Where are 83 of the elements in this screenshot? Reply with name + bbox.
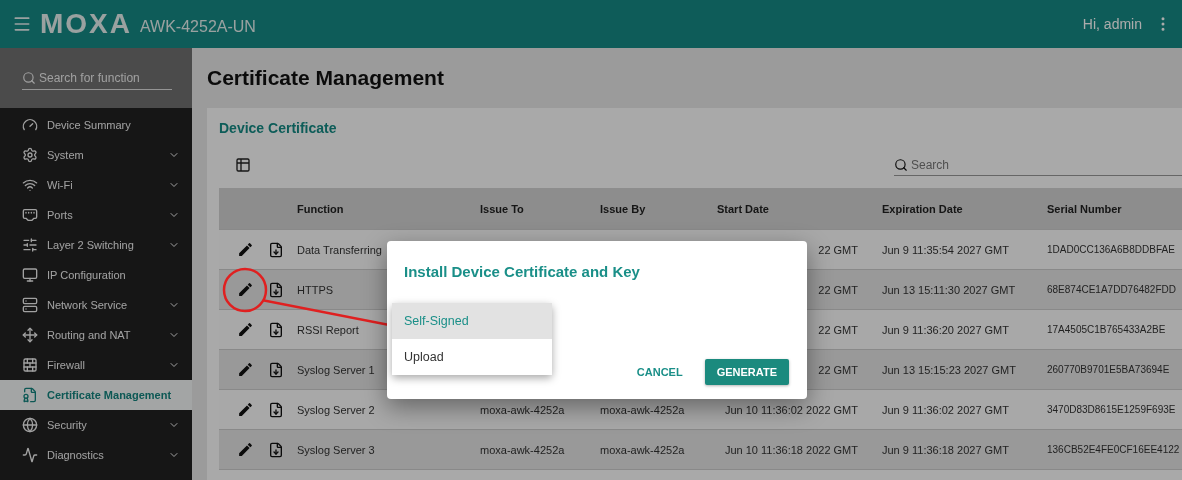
column-header: Expiration Date [882,202,964,215]
sidebar-item[interactable]: Layer 2 Switching [0,230,192,260]
callout-ring [222,267,268,313]
globe-icon [22,417,38,433]
file-download-icon[interactable] [268,441,284,458]
column-header: Function [297,202,345,215]
table-cell-text: 17A4505C1B765433A2BE [1047,324,1167,335]
table-cell-text: Jun 13 15:15:23 2027 GMT [882,363,1017,376]
table-cell-text: HTTPS [297,283,335,296]
sidebar-item[interactable]: Ports [0,200,192,230]
table-cell-text: RSSI Report [297,323,360,336]
table-search-field[interactable]: Search [894,154,1182,176]
ethernet-port-icon [22,207,38,223]
pencil-icon[interactable] [237,361,254,378]
sidebar-item[interactable]: Device Summary [0,110,192,140]
monitor-icon [22,267,38,283]
sidebar-item[interactable]: Security [0,410,192,440]
table-cell-text: Jun 9 11:36:18 2027 GMT [882,443,1010,456]
wifi-icon [22,177,38,193]
table-cell-text: 22 GMT [818,283,859,296]
table-cell-text: 22 GMT [818,363,859,376]
table-cell-text: Jun 10 11:36:02 2022 GMT [724,403,859,416]
sidebar-item[interactable]: Wi-Fi [0,170,192,200]
table-cell-text: 22 GMT [818,243,859,256]
sidebar-item[interactable]: Network Service [0,290,192,320]
table-cell-text: Data Transferring [297,243,383,256]
pencil-icon[interactable] [237,241,254,258]
search-icon [894,157,908,172]
file-download-icon[interactable] [268,401,284,418]
table-cell-text: Jun 10 11:36:18 2022 GMT [724,443,859,456]
table-cell-text: 260770B9701E5BA73694E [1047,364,1171,375]
table-cell-text: 136CB52E4FE0CF16EE4122 [1047,444,1181,455]
menu-option[interactable]: Upload [392,339,552,375]
search-icon [22,70,36,85]
table-cell-text: 68E874CE1A7DD76482FDD [1047,284,1177,295]
column-header: Start Date [717,202,770,215]
file-download-icon[interactable] [268,281,284,298]
column-header: Issue By [600,202,647,215]
table-cell-text: Syslog Server 1 [297,363,376,376]
generate-button[interactable]: GENERATE [704,359,789,385]
gauge-icon [22,117,38,133]
brick-wall-icon [22,357,38,373]
sidebar-item[interactable]: Firewall [0,350,192,380]
table-icon[interactable] [235,157,251,173]
sidebar-item[interactable]: Routing and NAT [0,320,192,350]
sliders-icon [22,237,38,253]
file-download-icon[interactable] [268,361,284,378]
file-download-icon[interactable] [268,241,284,258]
dialog-title: Install Device Certificate and Key [404,263,641,280]
server-icon [22,297,38,313]
page-title: Certificate Management [207,65,445,91]
pulse-icon [22,447,38,463]
table-cell-text: Jun 9 11:35:54 2027 GMT [882,243,1010,256]
table-cell-text: Syslog Server 3 [297,443,376,456]
table-cell-text: Syslog Server 2 [297,403,376,416]
menu-icon[interactable] [12,14,32,34]
logo: MOXA [40,8,132,40]
pencil-icon[interactable] [237,401,254,418]
gear-icon [22,147,38,163]
model-name: AWK-4252A-UN [140,18,256,36]
table-cell-text: moxa-awk-4252a [600,403,686,416]
cancel-button[interactable]: CANCEL [632,359,687,385]
sidebar-item[interactable]: IP Configuration [0,260,192,290]
column-header: Serial Number [1047,202,1123,215]
pencil-icon[interactable] [237,321,254,338]
table-cell-text: 3470D83D8615E1259F693E [1047,404,1177,415]
sidebar-item[interactable]: Diagnostics [0,440,192,470]
card-title: Device Certificate [219,120,338,136]
table-cell-text: 22 GMT [818,323,859,336]
table-cell-text: Jun 13 15:11:30 2027 GMT [882,283,1017,296]
file-download-icon[interactable] [268,321,284,338]
certificate-icon [22,387,38,403]
table-cell-text: Jun 9 11:36:20 2027 GMT [882,323,1010,336]
column-header: Issue To [480,202,525,215]
arrows-icon [22,327,38,343]
table-cell-text: 1DAD0CC136A6B8DDBFAE [1047,244,1176,255]
table-cell-text: moxa-awk-4252a [480,403,566,416]
sidebar-item[interactable]: System [0,140,192,170]
pencil-icon[interactable] [237,441,254,458]
table-cell-text: moxa-awk-4252a [480,443,566,456]
table-cell-text: moxa-awk-4252a [600,443,686,456]
table-cell-text: Jun 9 11:36:02 2027 GMT [882,403,1010,416]
pencil-icon[interactable] [237,281,254,298]
